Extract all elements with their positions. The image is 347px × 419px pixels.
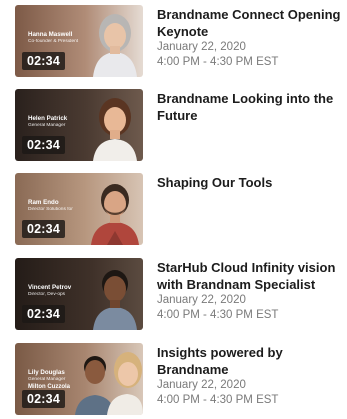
duration-badge: 02:34 [22,305,65,323]
speaker-role: Director Solutions for [28,207,73,212]
session-list: Hanna Maswell Co-founder & President 02:… [0,0,347,415]
session-item[interactable]: Ram Endo Director Solutions for 02:34 Sh… [0,173,347,249]
speaker-role: Co-founder & President [28,39,79,44]
duration-badge: 02:34 [22,390,65,408]
video-thumbnail[interactable]: Lily Douglas General Manager Milton Cuzz… [15,343,143,415]
speaker-role: Director, Dev-ops [28,292,66,297]
session-time: 4:00 PM - 4:30 PM EST [157,309,279,321]
session-item[interactable]: Helen Patrick General Manager 02:34 Bran… [0,89,347,165]
session-date: January 22, 2020 [157,41,246,53]
session-item[interactable]: Hanna Maswell Co-founder & President 02:… [0,5,347,81]
speaker-name: Vincent Petrov [28,284,72,291]
session-title[interactable]: Insights powered by Brandname [157,344,345,378]
session-date: January 22, 2020 [157,294,246,306]
video-thumbnail[interactable]: Hanna Maswell Co-founder & President 02:… [15,5,143,77]
video-thumbnail[interactable]: Ram Endo Director Solutions for 02:34 [15,173,143,245]
session-time: 4:00 PM - 4:30 PM EST [157,56,279,68]
duration-badge: 02:34 [22,52,65,70]
session-title[interactable]: StarHub Cloud Infinity vision with Brand… [157,259,345,293]
duration-badge: 02:34 [22,220,65,238]
session-item[interactable]: Vincent Petrov Director, Dev-ops 02:34 S… [0,258,347,334]
duration-badge: 02:34 [22,136,65,154]
speaker-name: Lily Douglas [28,369,65,376]
speaker-name: Helen Patrick [28,115,68,122]
session-time: 4:00 PM - 4:30 PM EST [157,394,279,406]
speaker-role: General Manager [28,377,66,382]
speaker-role: General Manager [28,123,66,128]
speaker-name: Ram Endo [28,199,59,206]
session-item[interactable]: Lily Douglas General Manager Milton Cuzz… [0,343,347,419]
session-title[interactable]: Brandname Looking into the Future [157,90,345,124]
speaker-name: Hanna Maswell [28,31,73,38]
video-thumbnail[interactable]: Helen Patrick General Manager 02:34 [15,89,143,161]
video-thumbnail[interactable]: Vincent Petrov Director, Dev-ops 02:34 [15,258,143,330]
session-title[interactable]: Brandname Connect Opening Keynote [157,6,345,40]
session-date: January 22, 2020 [157,379,246,391]
session-title[interactable]: Shaping Our Tools [157,174,345,191]
